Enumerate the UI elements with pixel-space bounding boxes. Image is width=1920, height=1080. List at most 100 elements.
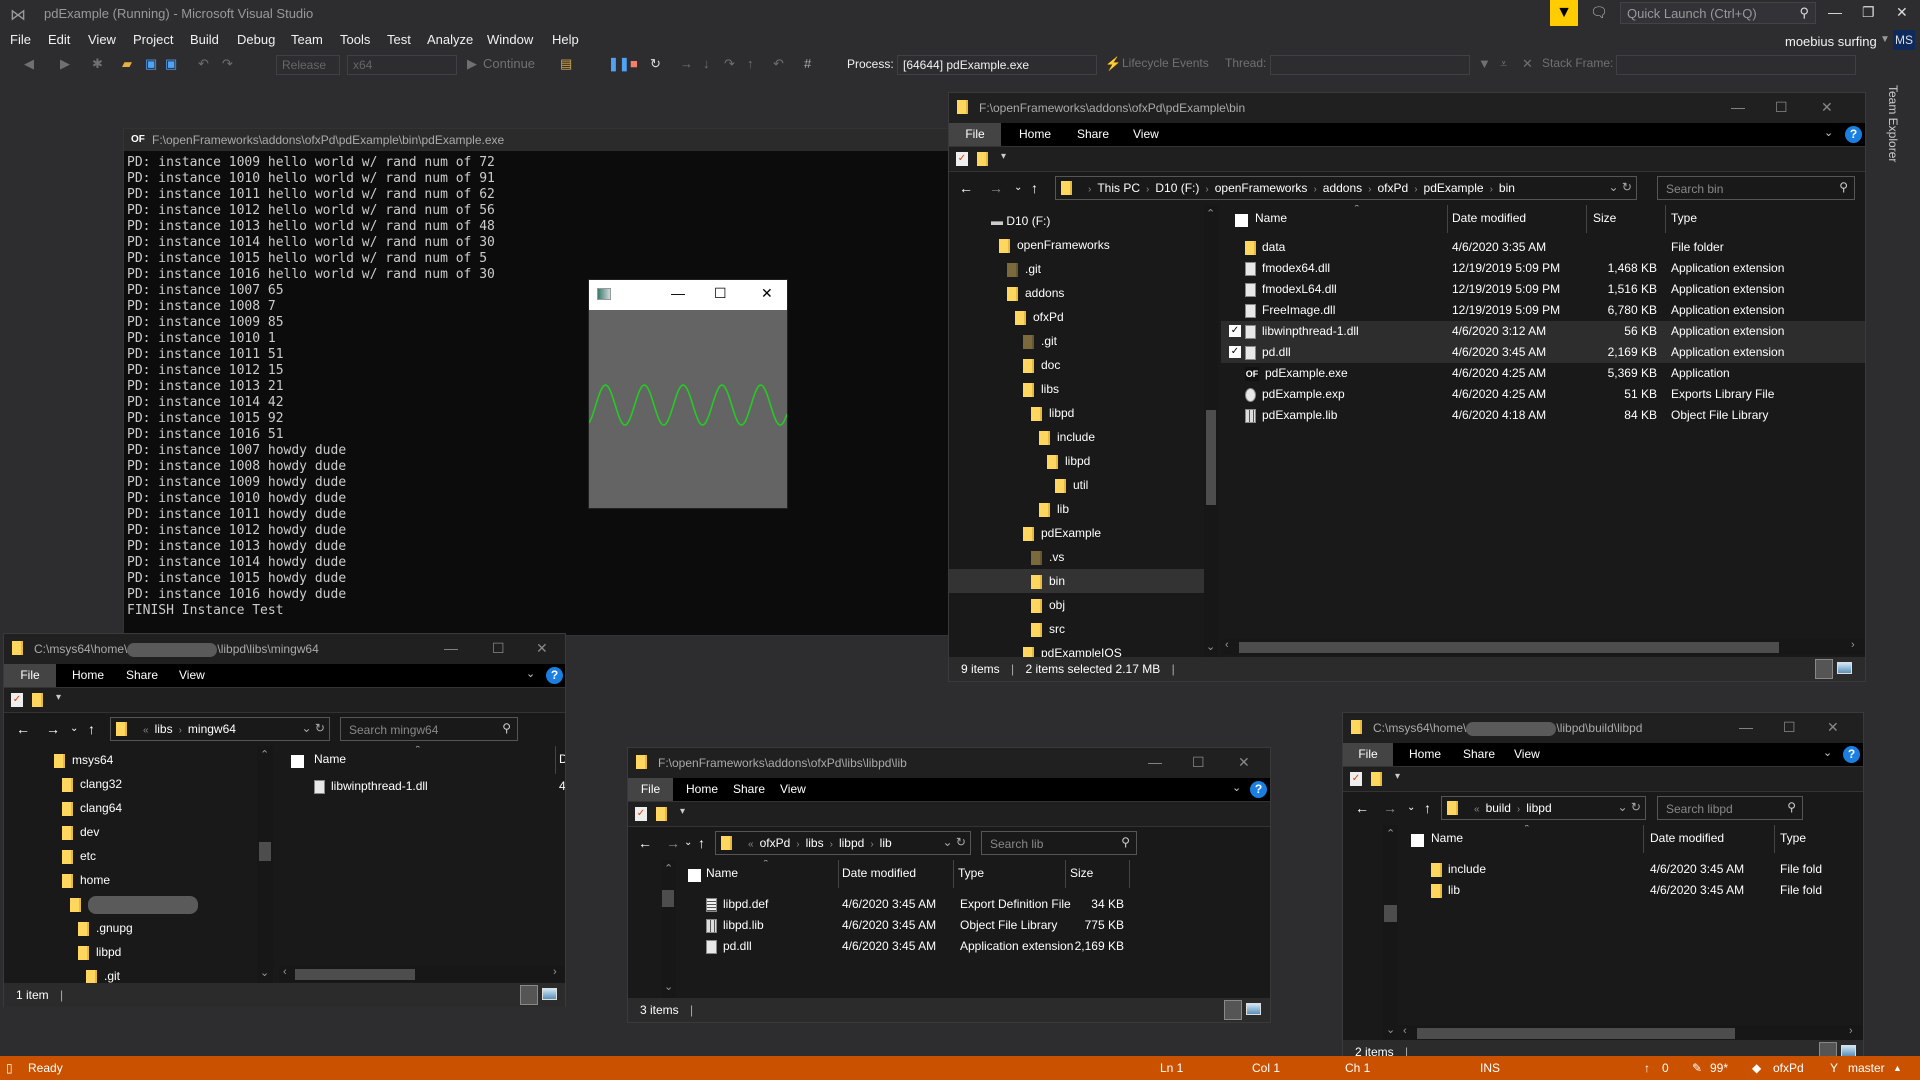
- tree-item[interactable]: ▬ D10 (F:): [949, 209, 1217, 233]
- breadcrumb-separator-icon[interactable]: ›: [1088, 184, 1091, 195]
- column-divider[interactable]: [953, 860, 954, 888]
- overflow-chevron-icon[interactable]: «: [143, 725, 149, 736]
- scroll-right-icon[interactable]: ›: [1851, 639, 1855, 651]
- new-folder-icon[interactable]: [1371, 772, 1382, 786]
- continue-icon[interactable]: ▶: [467, 56, 477, 72]
- refresh-icon[interactable]: ⌄ ↻: [302, 721, 325, 735]
- help-icon[interactable]: ?: [1250, 781, 1267, 798]
- breadcrumb-item[interactable]: libs: [155, 722, 173, 736]
- close-button[interactable]: ✕: [536, 640, 548, 657]
- search-input[interactable]: Search lib ⚲: [981, 831, 1137, 855]
- up-button[interactable]: ↑: [1031, 180, 1038, 196]
- file-row[interactable]: include 4/6/2020 3:45 AM File fold: [1399, 859, 1863, 880]
- scroll-down-icon[interactable]: ⌄: [260, 966, 269, 979]
- tree-item[interactable]: .git: [949, 329, 1217, 353]
- scroll-up-icon[interactable]: ⌃: [1206, 207, 1215, 220]
- forward-button[interactable]: →: [1383, 800, 1397, 816]
- search-input[interactable]: Search mingw64 ⚲: [340, 717, 518, 741]
- push-arrow-icon[interactable]: ↑: [1644, 1061, 1650, 1075]
- file-row[interactable]: libpd.lib 4/6/2020 3:45 AM Object File Lib…: [678, 915, 1270, 936]
- maximize-button[interactable]: ☐: [1775, 99, 1788, 116]
- menu-test[interactable]: Test: [387, 32, 411, 47]
- tree-item[interactable]: .gnupg: [4, 916, 254, 940]
- column-header-name[interactable]: Name: [1431, 831, 1463, 845]
- close-button[interactable]: ✕: [1896, 4, 1908, 21]
- customize-qat-icon[interactable]: ▾: [1395, 771, 1400, 782]
- breadcrumb-separator-icon[interactable]: ›: [796, 839, 799, 850]
- lifecycle-events-button[interactable]: Lifecycle Events: [1122, 56, 1209, 70]
- maximize-button[interactable]: ☐: [714, 285, 727, 302]
- scroll-left-icon[interactable]: ‹: [1403, 1025, 1407, 1037]
- row-checkbox[interactable]: ✓: [1229, 346, 1241, 358]
- chevron-up-icon[interactable]: ▲: [1893, 1063, 1902, 1073]
- file-row[interactable]: fmodex64.dll 12/19/2019 5:09 PM 1,468 KB Ap…: [1221, 258, 1865, 279]
- tree-scrollbar[interactable]: ⌃ ⌄: [662, 860, 676, 998]
- select-all-checkbox[interactable]: [291, 755, 304, 768]
- maximize-button[interactable]: ☐: [492, 640, 505, 657]
- back-button[interactable]: ←: [638, 835, 652, 851]
- scrollbar-thumb[interactable]: [1206, 410, 1216, 505]
- new-project-icon[interactable]: ✱: [92, 56, 103, 72]
- recent-locations-button[interactable]: ⌄: [1014, 182, 1022, 193]
- expand-ribbon-icon[interactable]: ⌄: [526, 667, 535, 680]
- address-bar[interactable]: « build › libpd ⌄ ↻: [1441, 796, 1646, 820]
- customize-qat-icon[interactable]: ▾: [680, 806, 685, 817]
- expand-ribbon-icon[interactable]: ⌄: [1824, 126, 1833, 139]
- output-window-icon[interactable]: ▯: [6, 1061, 13, 1075]
- ribbon-tab-file[interactable]: File: [628, 778, 673, 801]
- column-divider[interactable]: [838, 860, 839, 888]
- ribbon-tab-home[interactable]: Home: [72, 668, 104, 682]
- column-divider[interactable]: [1643, 825, 1644, 853]
- breadcrumb-separator-icon[interactable]: ›: [830, 839, 833, 850]
- process-select[interactable]: [64644] pdExample.exe: [897, 55, 1097, 75]
- tree-item[interactable]: util: [949, 473, 1217, 497]
- horizontal-scrollbar[interactable]: ‹ ›: [1399, 1025, 1863, 1041]
- tree-item[interactable]: [4, 892, 254, 916]
- column-divider[interactable]: [1447, 205, 1448, 233]
- file-row[interactable]: libwinpthread-1.dll 4/: [279, 776, 565, 797]
- breadcrumb-item[interactable]: lib: [880, 836, 892, 850]
- restart-button[interactable]: ↻: [650, 56, 661, 72]
- attach-icon[interactable]: ▤: [560, 56, 572, 72]
- menu-build[interactable]: Build: [190, 32, 219, 47]
- ribbon-tab-view[interactable]: View: [1514, 747, 1540, 761]
- breadcrumb-item[interactable]: ofxPd: [760, 836, 791, 850]
- minimize-button[interactable]: —: [1148, 754, 1162, 770]
- breadcrumb-item[interactable]: mingw64: [188, 722, 236, 736]
- file-row[interactable]: OF pdExample.exe 4/6/2020 4:25 AM 5,369 KB A…: [1221, 363, 1865, 384]
- scroll-right-icon[interactable]: ›: [553, 966, 557, 978]
- branch-icon[interactable]: Y: [1830, 1061, 1838, 1075]
- new-folder-icon[interactable]: [656, 807, 667, 821]
- scroll-right-icon[interactable]: ›: [1849, 1025, 1853, 1037]
- horizontal-scrollbar[interactable]: ‹ ›: [1221, 639, 1865, 655]
- column-header-name[interactable]: Name: [1255, 211, 1287, 225]
- hot-reload-icon[interactable]: ↶: [773, 56, 784, 72]
- menu-project[interactable]: Project: [133, 32, 173, 47]
- file-row[interactable]: pdExample.lib 4/6/2020 4:18 AM 84 KB Object…: [1221, 405, 1865, 426]
- details-view-button[interactable]: [1224, 1000, 1242, 1020]
- file-row[interactable]: FreeImage.dll 12/19/2019 5:09 PM 6,780 KB A…: [1221, 300, 1865, 321]
- refresh-icon[interactable]: ⌄ ↻: [943, 835, 966, 849]
- menu-view[interactable]: View: [88, 32, 116, 47]
- breadcrumb-item[interactable]: build: [1486, 801, 1511, 815]
- tree-item[interactable]: ofxPd: [949, 305, 1217, 329]
- ribbon-tab-share[interactable]: Share: [1077, 127, 1109, 141]
- breadcrumb-separator-icon[interactable]: ›: [1368, 184, 1371, 195]
- column-divider[interactable]: [1586, 205, 1587, 233]
- tree-item[interactable]: addons: [949, 281, 1217, 305]
- tree-item[interactable]: openFrameworks: [949, 233, 1217, 257]
- file-row[interactable]: ✓ pd.dll 4/6/2020 3:45 AM 2,169 KB Applicati…: [1221, 342, 1865, 363]
- close-button[interactable]: ✕: [1821, 99, 1833, 116]
- file-row[interactable]: libpd.def 4/6/2020 3:45 AM Export Definiti…: [678, 894, 1270, 915]
- details-view-button[interactable]: [520, 985, 538, 1005]
- flag-threads-icon[interactable]: ⩡: [1500, 56, 1507, 72]
- quick-launch-input[interactable]: Quick Launch (Ctrl+Q) ⚲: [1620, 2, 1816, 24]
- tree-item[interactable]: msys64: [4, 748, 254, 772]
- column-header-type[interactable]: Type: [1780, 831, 1806, 845]
- back-button[interactable]: ←: [959, 180, 973, 196]
- scrollbar-thumb[interactable]: [662, 890, 674, 907]
- step-over-icon[interactable]: ↷: [724, 56, 735, 72]
- column-header-date[interactable]: Date modified: [1650, 831, 1724, 845]
- properties-icon[interactable]: ✓: [11, 693, 23, 707]
- ribbon-tab-share[interactable]: Share: [733, 782, 765, 796]
